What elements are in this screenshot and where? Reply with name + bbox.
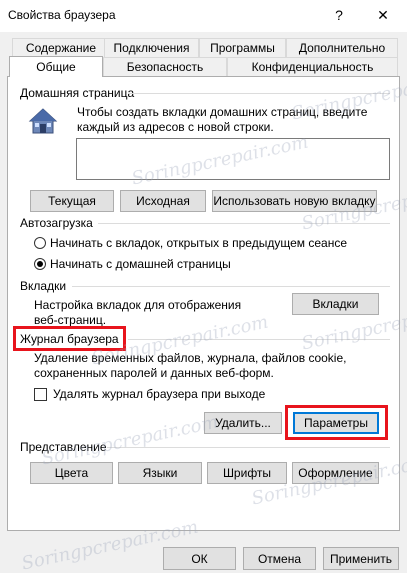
history-label: Журнал браузера [20,332,119,346]
use-new-tab-button[interactable]: Использовать новую вкладку [212,190,377,212]
history-divider [128,339,390,340]
cancel-button[interactable]: Отмена [243,547,316,570]
startup-radio-home-page[interactable] [34,258,46,270]
startup-divider [98,223,390,224]
tab-general[interactable]: Общие [9,56,103,77]
appearance-divider [107,447,390,448]
help-button[interactable]: ? [317,2,361,28]
startup-option-home-page: Начинать с домашней страницы [50,257,231,271]
tabs-settings-button[interactable]: Вкладки [292,293,379,315]
home-page-description: Чтобы создать вкладки домашних страниц, … [77,105,368,134]
window-title: Свойства браузера [8,8,116,22]
tabs-section-label: Вкладки [20,279,67,293]
apply-button[interactable]: Применить [323,547,399,570]
tabs-section-description: Настройка вкладок для отображения веб-ст… [34,298,242,327]
tabs-section-divider [72,286,390,287]
ok-button[interactable]: ОК [163,547,236,570]
tab-privacy[interactable]: Конфиденциальность [227,57,398,76]
tab-content[interactable]: Содержание [12,38,110,57]
tab-security[interactable]: Безопасность [103,57,227,76]
accessibility-button[interactable]: Оформление [292,462,379,484]
colors-button[interactable]: Цвета [30,462,113,484]
history-description: Удаление временных файлов, журнала, файл… [34,351,347,380]
close-button[interactable]: ✕ [361,2,405,28]
home-page-divider [128,93,390,94]
tab-connections[interactable]: Подключения [104,38,199,57]
delete-history-button[interactable]: Удалить... [204,412,282,434]
tab-advanced[interactable]: Дополнительно [286,38,398,57]
house-icon [28,106,58,136]
startup-radio-previous-session[interactable] [34,237,46,249]
use-current-button[interactable]: Текущая [30,190,114,212]
use-default-button[interactable]: Исходная [120,190,206,212]
history-settings-button[interactable]: Параметры [293,412,379,434]
fonts-button[interactable]: Шрифты [207,462,287,484]
title-bar: Свойства браузера ? ✕ [0,0,407,32]
delete-on-exit-checkbox[interactable] [34,388,47,401]
home-page-label: Домашняя страница [20,86,135,100]
startup-label: Автозагрузка [20,216,93,230]
languages-button[interactable]: Языки [118,462,202,484]
tab-programs[interactable]: Программы [199,38,286,57]
delete-on-exit-label: Удалять журнал браузера при выходе [53,387,266,401]
appearance-label: Представление [20,440,107,454]
startup-option-previous-session: Начинать с вкладок, открытых в предыдуще… [50,236,347,250]
home-page-url-textarea[interactable] [76,138,390,180]
